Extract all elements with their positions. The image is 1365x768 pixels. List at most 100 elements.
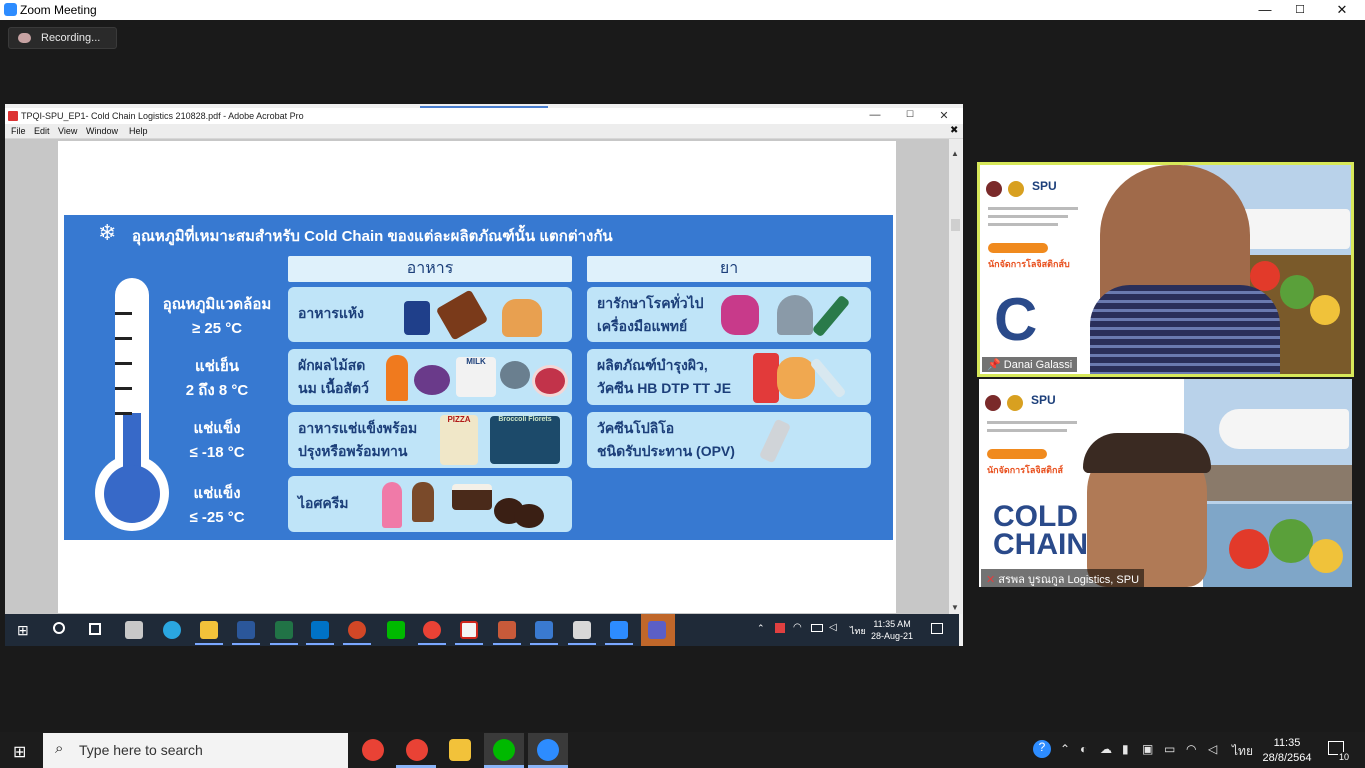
- battery-icon[interactable]: ▭: [1164, 742, 1175, 756]
- tray-app-icon[interactable]: [775, 623, 785, 633]
- wifi-icon[interactable]: ◠: [1186, 742, 1196, 756]
- row-temp-chilled: 2 ถึง 8 °C: [185, 382, 249, 399]
- windows-start-icon[interactable]: ⊞: [17, 622, 29, 639]
- tray-chevron-icon[interactable]: ⌃: [757, 623, 765, 634]
- windows-start-icon[interactable]: ⊞: [13, 742, 26, 762]
- store-icon[interactable]: [125, 621, 143, 639]
- medicine-cell-text: ยารักษาโรคทั่วไป: [597, 295, 704, 311]
- outlook-icon[interactable]: [311, 621, 329, 639]
- wifi-icon[interactable]: ◠: [793, 622, 802, 633]
- chrome-profile-icon[interactable]: [406, 739, 428, 761]
- system-clock[interactable]: 11:35 28/8/2564: [1258, 736, 1316, 766]
- row-temp-deep-frozen: ≤ -25 °C: [189, 509, 245, 526]
- edge-icon[interactable]: [163, 621, 181, 639]
- mail-icon[interactable]: [573, 621, 591, 639]
- acrobat-minimize-button[interactable]: —: [865, 109, 885, 121]
- pdf-icon: [8, 111, 18, 121]
- thermometer-tick: [115, 337, 132, 340]
- help-icon[interactable]: ?: [1033, 740, 1051, 758]
- taskbar-search-input[interactable]: ⌕ Type here to search: [43, 733, 348, 768]
- cloud-recording-icon: [18, 33, 31, 43]
- chrome-icon[interactable]: [362, 739, 384, 761]
- notification-icon[interactable]: [931, 623, 943, 634]
- notification-count: 10: [1338, 752, 1351, 762]
- menu-window[interactable]: Window: [86, 126, 118, 136]
- university-seal-icon: [985, 395, 1001, 411]
- airplane-graphic: [1219, 409, 1349, 449]
- battery-icon[interactable]: [811, 624, 823, 632]
- acrobat-icon[interactable]: [460, 621, 478, 639]
- zoom-taskbar-icon[interactable]: [610, 621, 628, 639]
- menu-edit[interactable]: Edit: [34, 126, 50, 136]
- excel-icon[interactable]: [275, 621, 293, 639]
- acrobat-restore-button[interactable]: ☐: [900, 109, 920, 120]
- running-indicator: [455, 643, 483, 645]
- medicine-cell-polio: วัคซีนโปลิโอ ชนิดรับประทาน (OPV): [587, 412, 871, 468]
- running-indicator: [343, 643, 371, 645]
- pizza-label: PIZZA: [447, 415, 471, 424]
- volume-icon[interactable]: ◁: [1208, 742, 1217, 756]
- scroll-thumb[interactable]: [951, 219, 960, 231]
- scroll-down-icon[interactable]: ▼: [951, 603, 959, 612]
- thermometer-tick: [115, 387, 132, 390]
- food-cell-text: ผักผลไม้สด: [298, 357, 366, 373]
- minimize-button[interactable]: —: [1245, 1, 1285, 19]
- food-cell-frozen: อาหารแช่แข็งพร้อม ปรุงหรือพร้อมทาน PIZZA…: [288, 412, 572, 468]
- file-explorer-icon[interactable]: [449, 739, 471, 761]
- maximize-button[interactable]: ☐: [1280, 1, 1320, 19]
- shared-clock-time: 11:35 AM: [873, 619, 911, 629]
- participant-hair: [1083, 433, 1211, 473]
- input-language[interactable]: ไทย: [1232, 742, 1253, 761]
- running-indicator: [493, 643, 521, 645]
- food-cell-dry: อาหารแห้ง: [288, 287, 572, 342]
- poster-headline: นักจัดการโลจิสติกส์บ: [988, 259, 1070, 269]
- tray-chevron-icon[interactable]: ⌃: [1060, 742, 1070, 756]
- photos-icon[interactable]: [535, 621, 553, 639]
- chrome-icon[interactable]: [423, 621, 441, 639]
- row-label-ambient: อุณหภูมิแวดล้อม: [162, 296, 272, 313]
- onedrive-icon[interactable]: ☁: [1100, 742, 1112, 756]
- recording-indicator[interactable]: Recording...: [8, 27, 117, 49]
- acrobat-close-button[interactable]: ✕: [934, 109, 954, 122]
- food-cell-text: นม เนื้อสัตว์: [298, 380, 369, 396]
- running-indicator: [418, 643, 446, 645]
- zoom-icon[interactable]: [537, 739, 559, 761]
- line-icon[interactable]: [387, 621, 405, 639]
- shared-clock[interactable]: 11:35 AM 28-Aug-21: [871, 618, 913, 642]
- snack-bar-icon: [435, 289, 489, 341]
- books-icon[interactable]: [498, 621, 516, 639]
- scroll-up-icon[interactable]: ▲: [951, 149, 959, 158]
- tomato-graphic: [1229, 529, 1269, 569]
- search-icon: ⌕: [55, 740, 64, 757]
- screen-icon[interactable]: ▣: [1142, 742, 1153, 756]
- agency-seal-icon: [1008, 181, 1024, 197]
- powerpoint-icon[interactable]: [348, 621, 366, 639]
- close-button[interactable]: ✕: [1322, 1, 1362, 19]
- participant-video-tile[interactable]: SPU นักจัดการโลจิสติกส์บ C 📌 Danai Galas…: [977, 162, 1354, 377]
- meet-now-icon[interactable]: ◐: [1080, 742, 1087, 756]
- word-icon[interactable]: [237, 621, 255, 639]
- vertical-scrollbar[interactable]: ▲ ▼: [949, 139, 962, 614]
- ice-pop-icon: [382, 482, 402, 528]
- microphone-icon[interactable]: ▮: [1122, 742, 1129, 756]
- menu-view[interactable]: View: [58, 126, 77, 136]
- poster-text-line: [987, 421, 1077, 424]
- line-icon[interactable]: [493, 739, 515, 761]
- participant-video-tile[interactable]: SPU นักจัดการโลจิสติกส์ COLD CHAIN ✕ สรพ…: [979, 379, 1352, 587]
- pills-icon: [721, 295, 759, 335]
- search-placeholder: Type here to search: [79, 742, 203, 758]
- menu-file[interactable]: File: [11, 126, 26, 136]
- cortana-icon[interactable]: [53, 622, 65, 634]
- participant-name: สรพล บูรณกูล Logistics, SPU: [998, 574, 1140, 586]
- teams-icon[interactable]: [648, 621, 666, 639]
- menu-help[interactable]: Help: [129, 126, 148, 136]
- task-view-icon[interactable]: [89, 623, 101, 635]
- close-document-button[interactable]: ✖: [950, 125, 958, 136]
- broccoli-label: Broccoli Florets: [498, 416, 552, 423]
- ice-cream-bar-icon: [412, 482, 434, 522]
- medicine-cell-text: วัคซีนโปลิโอ: [597, 420, 675, 436]
- file-explorer-icon[interactable]: [200, 621, 218, 639]
- input-language[interactable]: ไทย: [850, 624, 866, 638]
- volume-icon[interactable]: ◁: [829, 622, 837, 633]
- acrobat-title-bar: TPQI-SPU_EP1- Cold Chain Logistics 21082…: [5, 108, 963, 124]
